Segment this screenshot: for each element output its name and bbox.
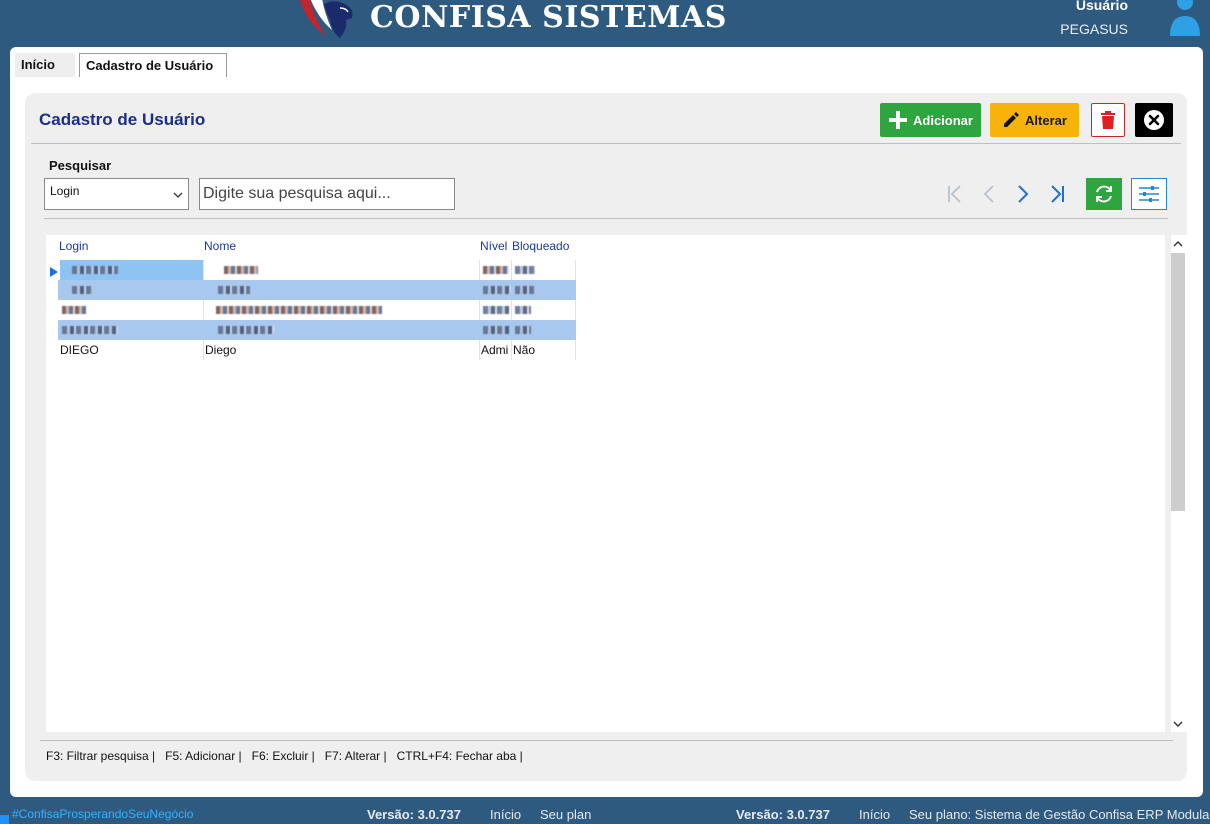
plus-icon (889, 111, 908, 129)
user-registry-card: Cadastro de Usuário Adicionar Alterar Pe… (25, 93, 1187, 781)
footer-version: Versão: 3.0.737 (736, 807, 830, 822)
cell-divider (575, 260, 576, 280)
pencil-icon (1004, 112, 1020, 127)
cell-bloqueado (513, 300, 573, 320)
footer-plan: Seu plan (540, 807, 592, 822)
divider (40, 740, 1173, 741)
cell-nome (214, 320, 484, 340)
prev-page-icon (983, 185, 994, 203)
search-input[interactable] (199, 178, 455, 210)
vertical-scrollbar[interactable] (1171, 235, 1187, 732)
cell-login: DIEGO (60, 343, 99, 357)
prev-page-button[interactable] (976, 181, 1002, 207)
user-avatar-icon[interactable] (1168, 0, 1202, 38)
cell-divider (203, 260, 204, 280)
user-label: Usuário (1075, 0, 1128, 13)
cell-nome: Diego (205, 343, 237, 357)
cell-bloqueado (513, 280, 573, 300)
footer-version: Versão: 3.0.737 (367, 807, 461, 822)
cell-nivel (481, 320, 511, 340)
scroll-up-icon[interactable] (1173, 239, 1183, 249)
cell-bloqueado (513, 260, 573, 280)
add-button[interactable]: Adicionar (880, 103, 981, 137)
scrollbar-thumb[interactable] (1171, 253, 1185, 511)
cell-divider (203, 300, 204, 320)
app-header: CONFISA SISTEMAS Usuário PEGASUS (0, 0, 1210, 46)
cell-divider (511, 340, 512, 360)
tab-cadastro-usuario[interactable]: Cadastro de Usuário (79, 53, 227, 77)
next-page-button[interactable] (1010, 181, 1036, 207)
search-field-value: Login (50, 184, 80, 198)
close-icon (1144, 110, 1164, 130)
cell-nome (214, 300, 484, 320)
cell-bloqueado: Não (513, 343, 536, 357)
filter-settings-button[interactable] (1131, 178, 1167, 210)
cell-divider (511, 260, 512, 280)
first-page-button[interactable] (942, 181, 968, 207)
edit-button[interactable]: Alterar (990, 103, 1079, 137)
footer-inicio: Início (490, 807, 522, 822)
divider (44, 218, 1168, 219)
last-page-button[interactable] (1044, 181, 1070, 207)
cell-login (60, 280, 204, 300)
status-bar: #ConfisaProsperandoSeuNegócio Versão: 3.… (0, 798, 1210, 824)
sliders-icon (1139, 186, 1159, 202)
tab-inicio[interactable]: Início (15, 53, 75, 77)
pegasus-logo-icon (300, 0, 353, 38)
refresh-button[interactable] (1086, 178, 1122, 210)
cell-divider (479, 300, 480, 320)
cell-nivel: Admi (481, 343, 509, 357)
cell-divider (203, 340, 204, 360)
scroll-down-icon[interactable] (1173, 719, 1183, 729)
keyboard-shortcuts-hint: F3: Filtrar pesquisa | F5: Adicionar | F… (46, 749, 523, 763)
cell-divider (511, 300, 512, 320)
cell-nivel (481, 260, 511, 280)
trash-icon (1101, 111, 1115, 129)
cell-divider (575, 300, 576, 320)
close-button[interactable] (1135, 103, 1173, 137)
column-header-login[interactable]: Login (59, 237, 88, 257)
first-page-icon (948, 185, 961, 203)
corner-indicator (0, 815, 9, 824)
table-row[interactable] (58, 280, 576, 300)
cell-nome (214, 280, 484, 300)
last-page-icon (1051, 185, 1064, 203)
table-row[interactable] (58, 260, 576, 280)
column-header-nome[interactable]: Nome (204, 237, 236, 257)
table-row[interactable] (58, 300, 576, 320)
next-page-icon (1018, 185, 1029, 203)
refresh-icon (1096, 185, 1112, 203)
current-row-pointer-icon (50, 267, 58, 277)
cell-nome (214, 260, 484, 280)
column-header-bloqueado[interactable]: Bloqueado (512, 237, 569, 257)
users-grid[interactable]: Login Nome Nível Bloqueado DIEGO Diego A… (46, 235, 1187, 732)
footer-inicio: Início (859, 807, 891, 822)
footer-hashtag: #ConfisaProsperandoSeuNegócio (12, 807, 194, 821)
add-button-label: Adicionar (913, 112, 973, 128)
cell-login (60, 320, 204, 340)
footer-plan: Seu plano: Sistema de Gestão Confisa ERP… (909, 807, 1210, 822)
cell-login (60, 300, 204, 320)
main-panel: Início Cadastro de Usuário Cadastro de U… (10, 47, 1203, 797)
search-field-select[interactable]: Login (44, 178, 189, 210)
brand-title: CONFISA SISTEMAS (370, 0, 727, 35)
search-label: Pesquisar (49, 158, 112, 173)
column-header-nivel[interactable]: Nível (480, 237, 507, 257)
divider (31, 143, 1181, 144)
cell-bloqueado (513, 320, 573, 340)
chevron-down-icon (173, 192, 183, 198)
table-row[interactable] (58, 320, 576, 340)
tab-bar: Início Cadastro de Usuário (10, 47, 1203, 81)
cell-nivel (481, 280, 511, 300)
cell-divider (479, 260, 480, 280)
table-row[interactable]: DIEGO Diego Admi Não (58, 340, 576, 360)
cell-divider (575, 340, 576, 360)
cell-login (60, 260, 204, 280)
cell-divider (479, 340, 480, 360)
user-name: PEGASUS (1060, 21, 1128, 37)
cell-nivel (481, 300, 511, 320)
page-title: Cadastro de Usuário (39, 110, 206, 129)
delete-button[interactable] (1091, 103, 1125, 137)
edit-button-label: Alterar (1025, 112, 1067, 128)
